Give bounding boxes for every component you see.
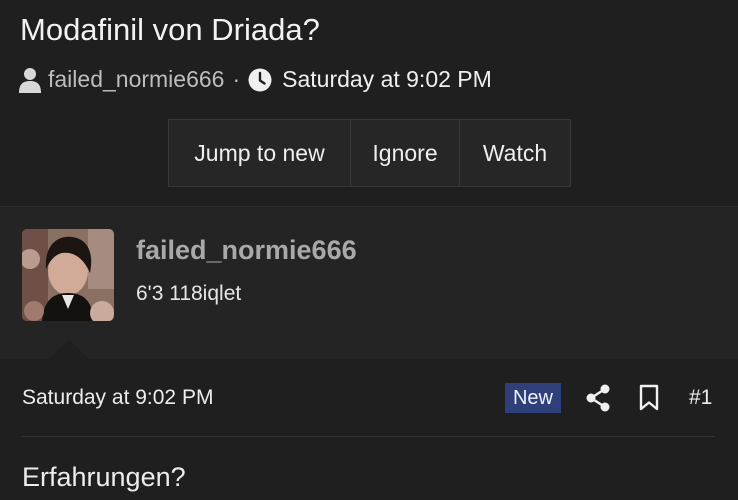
thread-header: Modafinil von Driada? failed_normie666 ·…	[0, 0, 738, 206]
avatar[interactable]	[22, 229, 114, 321]
thread-date[interactable]: Saturday at 9:02 PM	[282, 66, 492, 93]
new-badge: New	[505, 383, 561, 413]
post-username[interactable]: failed_normie666	[136, 235, 357, 266]
thread-author-link[interactable]: failed_normie666	[48, 66, 224, 93]
thread-actions: Jump to new Ignore Watch	[168, 119, 571, 187]
user-title: 6'3 118iqlet	[136, 282, 242, 305]
post-number-link[interactable]: #1	[689, 386, 712, 410]
share-icon[interactable]	[585, 384, 611, 412]
post-date[interactable]: Saturday at 9:02 PM	[22, 386, 213, 410]
jump-to-new-button[interactable]: Jump to new	[169, 120, 351, 186]
post-body: Erfahrungen?	[22, 462, 186, 492]
clock-icon	[248, 68, 272, 91]
thread-title: Modafinil von Driada?	[20, 12, 320, 47]
watch-button[interactable]: Watch	[460, 120, 570, 186]
ignore-button[interactable]: Ignore	[351, 120, 460, 186]
user-block-pointer	[49, 339, 89, 359]
meta-separator: ·	[232, 66, 241, 92]
post: Saturday at 9:02 PM New #1 Erfahrungen?	[0, 359, 738, 500]
user-icon	[19, 67, 41, 93]
user-info-block: failed_normie666 6'3 118iqlet	[0, 207, 738, 359]
thread-meta: failed_normie666 · Saturday at 9:02 PM	[18, 66, 492, 93]
bookmark-icon[interactable]	[638, 384, 660, 412]
post-divider	[22, 436, 715, 437]
